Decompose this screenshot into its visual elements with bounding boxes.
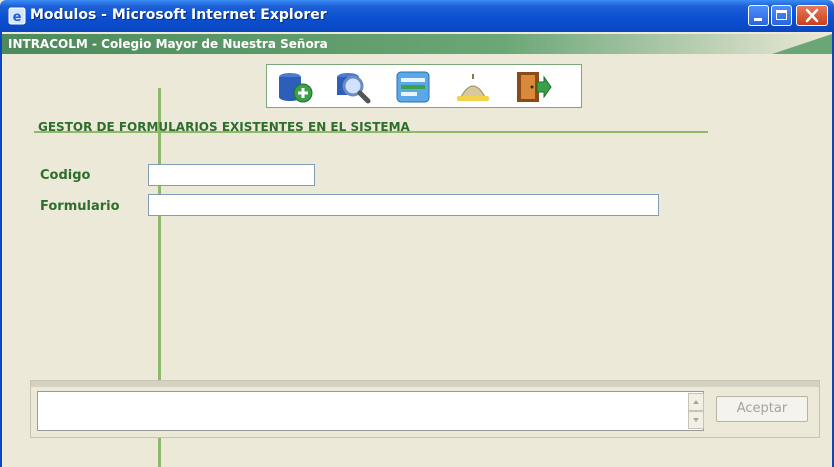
banner-text: INTRACOLM - Colegio Mayor de Nuestra Señ…	[8, 37, 328, 51]
door-exit-icon[interactable]	[513, 69, 553, 105]
window-title: Modulos - Microsoft Internet Explorer	[30, 7, 327, 23]
formulario-label: Formulario	[40, 199, 120, 214]
document-icon[interactable]	[393, 69, 433, 105]
minimize-button[interactable]	[748, 5, 769, 26]
close-icon	[805, 8, 819, 23]
app-banner: INTRACOLM - Colegio Mayor de Nuestra Señ…	[2, 34, 832, 54]
scroll-up-button[interactable]	[688, 393, 704, 411]
accept-button[interactable]: Aceptar	[716, 396, 808, 422]
section-underline	[34, 131, 708, 133]
codigo-label: Codigo	[40, 168, 91, 183]
toolbar	[266, 64, 582, 108]
message-textarea[interactable]	[37, 391, 704, 431]
magnifier-icon[interactable]	[333, 69, 373, 105]
bell-icon[interactable]	[453, 69, 493, 105]
message-panel: Aceptar	[30, 380, 820, 438]
internet-explorer-icon: e	[8, 7, 26, 25]
message-panel-bar	[31, 381, 819, 387]
scroll-down-button[interactable]	[688, 411, 704, 429]
formulario-input[interactable]	[148, 194, 659, 216]
codigo-input[interactable]	[148, 164, 315, 186]
database-add-icon[interactable]	[275, 69, 315, 105]
svg-text:e: e	[13, 10, 22, 25]
maximize-button[interactable]	[771, 5, 792, 26]
window-titlebar[interactable]: e Modulos - Microsoft Internet Explorer	[0, 0, 834, 32]
window-frame-left	[0, 32, 2, 467]
banner-wedge	[772, 34, 832, 54]
close-button[interactable]	[796, 5, 828, 26]
